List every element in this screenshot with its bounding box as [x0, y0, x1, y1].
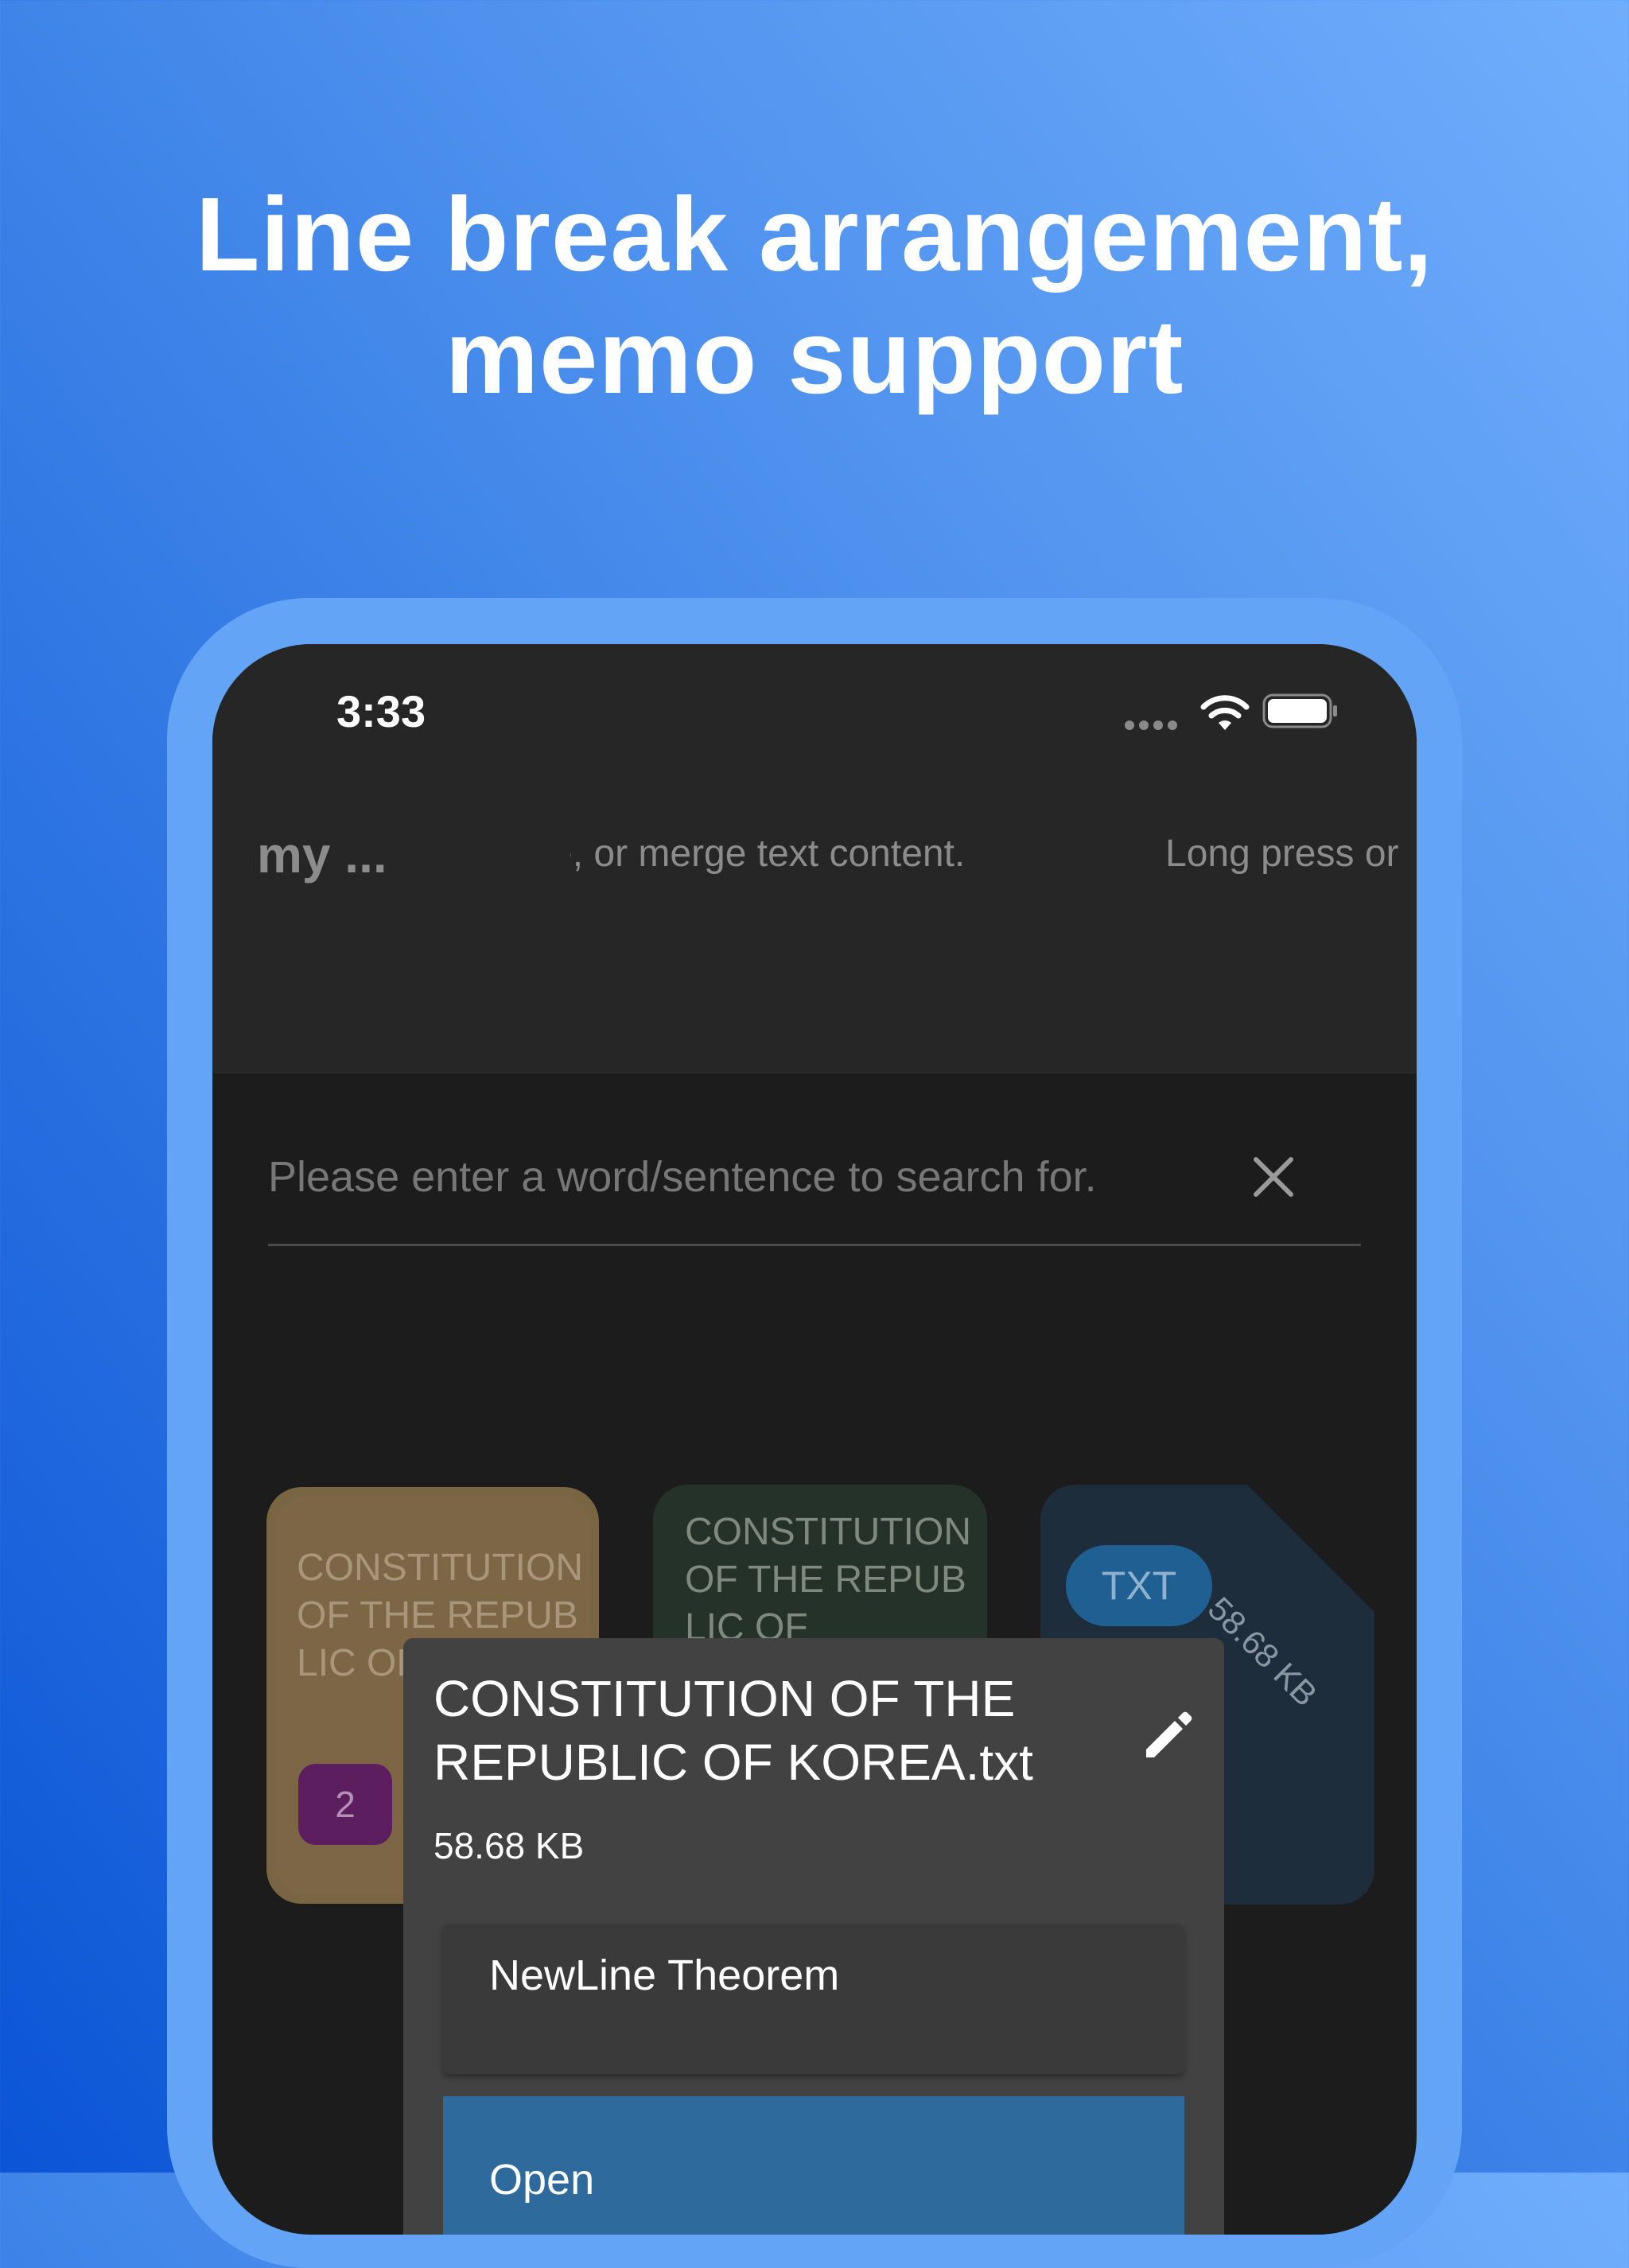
hint-text-2: Long press or: [1165, 833, 1399, 875]
marketing-headline: Line break arrangement, memo support: [0, 173, 1629, 418]
phone-screen: 3:33 my ... e, or merge text content. Lo…: [212, 644, 1417, 2235]
file-context-menu: CONSTITUTION OF THE REPUBLIC OF KOREA.tx…: [403, 1638, 1224, 2235]
app-bar: 3:33 my ... e, or merge text content. Lo…: [212, 644, 1417, 1074]
nav-title: my ...: [257, 826, 387, 884]
hint-text-1: e, or merge text content.: [570, 833, 966, 875]
status-time: 3:33: [336, 686, 426, 736]
count-badge: 2: [298, 1764, 392, 1845]
search-underline: [268, 1244, 1361, 1246]
newline-theorem-label: NewLine Theorem: [489, 1951, 840, 1999]
open-button[interactable]: Open: [443, 2096, 1184, 2235]
hint-marquee: e, or merge text content. Long press or: [570, 832, 1417, 887]
wifi-icon: [1200, 695, 1250, 730]
headline-line-2: memo support: [445, 298, 1184, 415]
search-input[interactable]: [268, 1137, 1254, 1217]
headline-line-1: Line break arrangement,: [195, 176, 1434, 293]
battery-icon: [1262, 693, 1337, 728]
file-card-title: CONSTITUTION OF THE REPUBLIC OF: [685, 1511, 971, 1649]
open-label: Open: [489, 2156, 595, 2204]
file-size: 58.68 KB: [433, 1825, 585, 1866]
pencil-icon[interactable]: [1135, 1703, 1199, 1767]
newline-theorem-button[interactable]: NewLine Theorem: [443, 1924, 1184, 2074]
file-type-badge: TXT: [1066, 1545, 1212, 1626]
close-icon[interactable]: [1248, 1151, 1299, 1202]
search-bar: [268, 1121, 1361, 1249]
file-name: CONSTITUTION OF THE REPUBLIC OF KOREA.tx…: [433, 1670, 1033, 1791]
signal-icon: [1125, 720, 1177, 730]
